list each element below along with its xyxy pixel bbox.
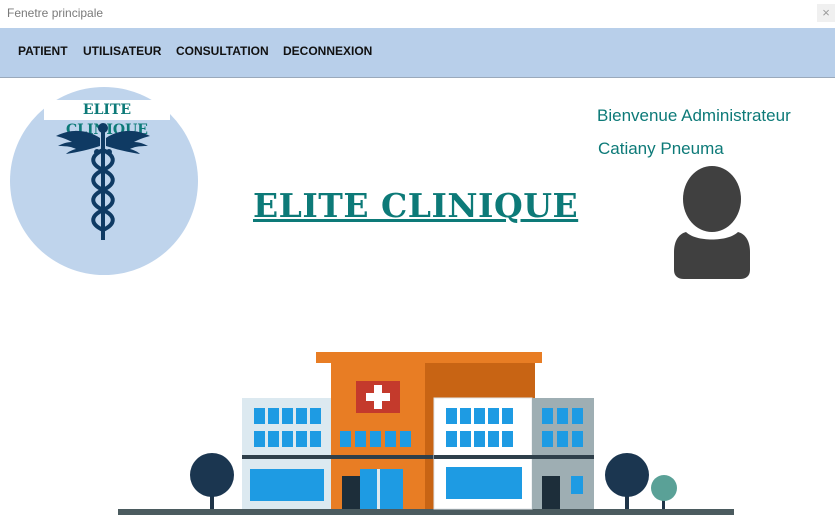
menu-item-patient[interactable]: PATIENT: [18, 44, 68, 58]
caduceus-icon: [56, 123, 150, 240]
welcome-text: Bienvenue Administrateur: [597, 106, 791, 125]
page-title: ELITE CLINIQUE: [253, 186, 579, 225]
menu-item-deconnexion[interactable]: DECONNEXION: [283, 44, 372, 58]
menu-item-consultation[interactable]: CONSULTATION: [176, 44, 269, 58]
user-name: Catiany Pneuma: [598, 139, 724, 158]
window-title: Fenetre principale: [7, 6, 104, 20]
menu-bar: PATIENT UTILISATEUR CONSULTATION DECONNE…: [0, 28, 835, 78]
menu-item-utilisateur[interactable]: UTILISATEUR: [83, 44, 161, 58]
user-avatar-icon: [674, 166, 750, 279]
window-titlebar: Fenetre principale ×: [0, 0, 835, 28]
logo-text: ELITE CLINIQUE: [44, 100, 170, 138]
hospital-building-illustration: [118, 352, 734, 515]
close-button[interactable]: ×: [817, 4, 835, 22]
